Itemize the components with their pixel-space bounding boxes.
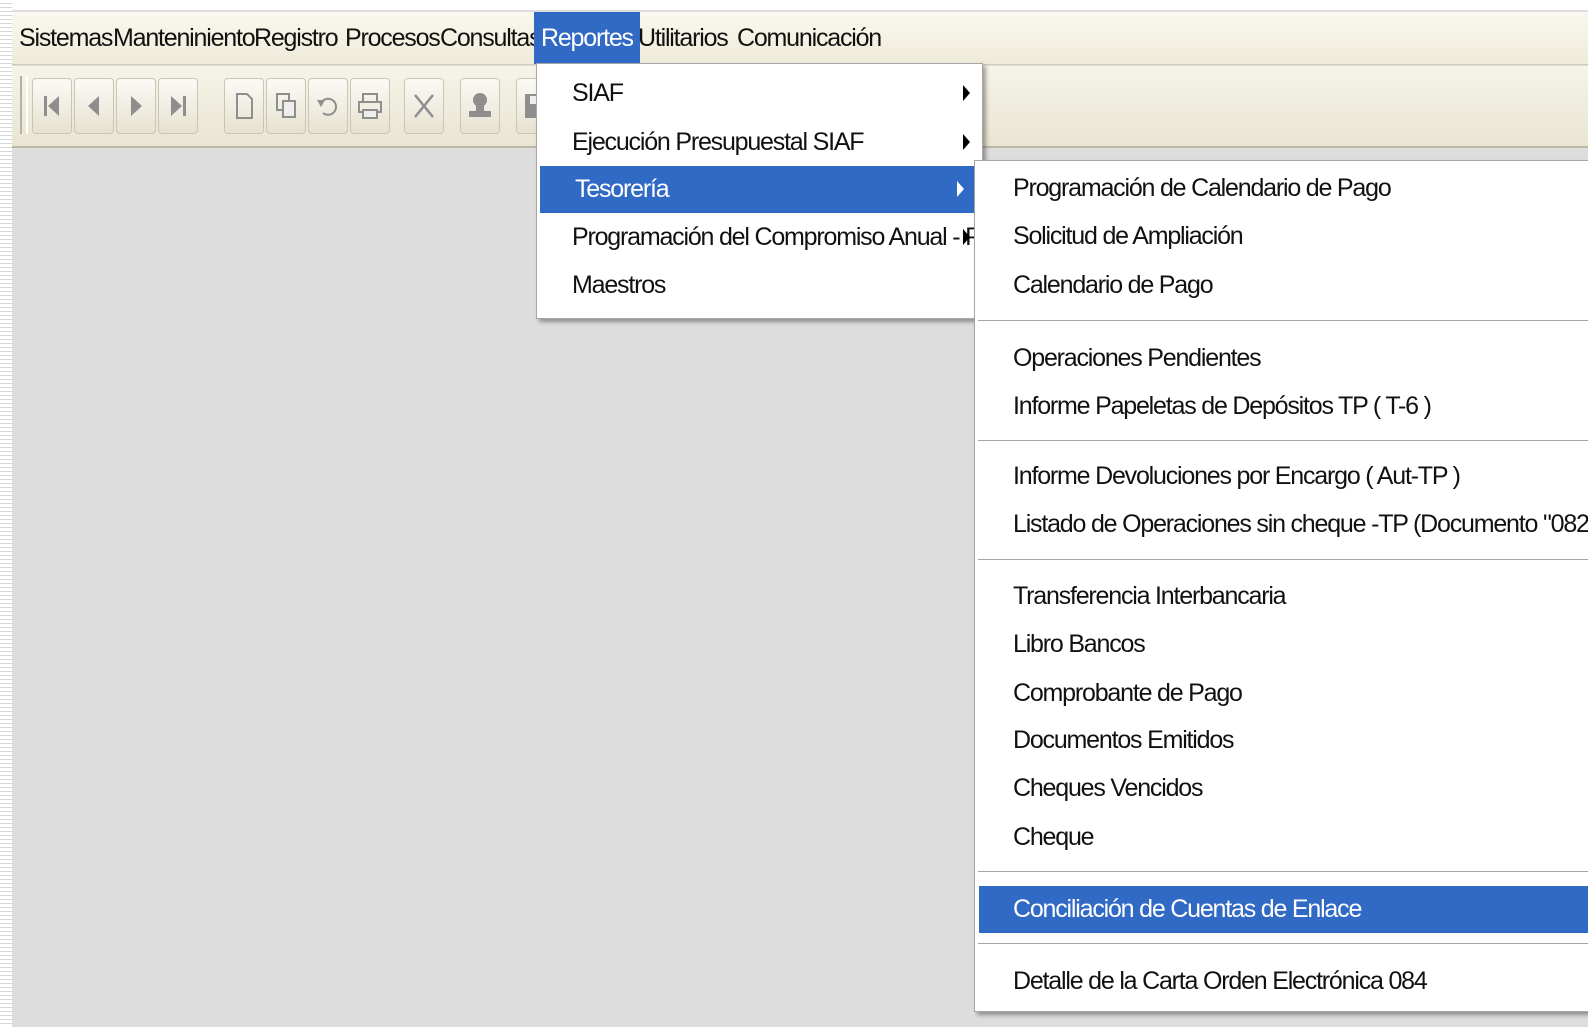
- menu-item-operaciones-pendientes[interactable]: Operaciones Pendientes: [975, 335, 1588, 382]
- menu-mantenimiento[interactable]: Manteniniento: [106, 12, 261, 64]
- menu-item-label: Detalle de la Carta Orden Electrónica 08…: [1013, 967, 1428, 995]
- menu-item-label: Maestros: [572, 271, 666, 299]
- menu-separator: [978, 871, 1588, 873]
- menu-item-listado-operaciones[interactable]: Listado de Operaciones sin cheque -TP (D…: [975, 501, 1588, 548]
- submenu-arrow-icon: [963, 134, 970, 150]
- next-record-icon[interactable]: [116, 78, 156, 134]
- menu-item-label: Calendario de Pago: [1013, 271, 1214, 299]
- menu-item-label: Cheques Vencidos: [1013, 774, 1203, 802]
- menu-comunicacion[interactable]: Comunicación: [730, 12, 888, 64]
- stamp-icon[interactable]: [460, 78, 500, 134]
- menu-item-label: Cheque: [1013, 823, 1095, 851]
- menu-item-label: Libro Bancos: [1013, 630, 1146, 658]
- menu-item-label: Solicitud de Ampliación: [1013, 222, 1244, 250]
- submenu-arrow-icon: [963, 229, 970, 245]
- menu-item-cheques-vencidos[interactable]: Cheques Vencidos: [975, 765, 1588, 812]
- menu-item-ejecucion-presupuestal[interactable]: Ejecución Presupuestal SIAF: [537, 119, 982, 166]
- reportes-dropdown: SIAF Ejecución Presupuestal SIAF Tesorer…: [536, 63, 1014, 319]
- menu-item-label: Informe Devoluciones por Encargo ( Aut-T…: [1013, 462, 1461, 490]
- menu-item-label: Programación del Compromiso Anual - PCA: [572, 223, 1014, 251]
- menu-separator: [978, 559, 1588, 561]
- menu-item-siaf[interactable]: SIAF: [537, 70, 982, 117]
- menu-item-label: SIAF: [572, 79, 624, 107]
- menu-item-conciliacion-cuentas[interactable]: Conciliación de Cuentas de Enlace: [979, 886, 1588, 933]
- submenu-arrow-icon: [963, 85, 970, 101]
- menu-item-comprobante-pago[interactable]: Comprobante de Pago: [975, 670, 1588, 717]
- menu-item-label: Programación de Calendario de Pago: [1013, 174, 1392, 202]
- menu-reportes[interactable]: Reportes: [534, 12, 640, 64]
- toolbar-grip[interactable]: [20, 76, 28, 134]
- left-edge-pattern: [0, 0, 12, 1027]
- menu-item-informe-devoluciones[interactable]: Informe Devoluciones por Encargo ( Aut-T…: [975, 453, 1588, 500]
- menu-sistemas[interactable]: Sistemas: [12, 12, 119, 64]
- undo-icon[interactable]: [308, 78, 348, 134]
- menu-item-programacion-calendario[interactable]: Programación de Calendario de Pago: [975, 165, 1588, 212]
- menu-item-label: Listado de Operaciones sin cheque -TP (D…: [1013, 510, 1588, 538]
- menu-item-label: Transferencia Interbancaria: [1013, 582, 1287, 610]
- menu-item-maestros[interactable]: Maestros: [537, 262, 982, 309]
- menu-item-solicitud-ampliacion[interactable]: Solicitud de Ampliación: [975, 213, 1588, 260]
- delete-icon[interactable]: [404, 78, 444, 134]
- submenu-arrow-icon: [957, 181, 964, 197]
- menu-item-transferencia-interbancaria[interactable]: Transferencia Interbancaria: [975, 573, 1588, 620]
- new-document-icon[interactable]: [224, 78, 264, 134]
- last-record-icon[interactable]: [158, 78, 198, 134]
- menu-consultas[interactable]: Consultas: [433, 12, 547, 64]
- previous-record-icon[interactable]: [74, 78, 114, 134]
- menu-item-calendario-pago[interactable]: Calendario de Pago: [975, 262, 1588, 309]
- menu-item-label: Comprobante de Pago: [1013, 679, 1243, 707]
- menu-separator: [978, 320, 1588, 322]
- menu-item-label: Tesorería: [575, 175, 670, 203]
- menu-bar: Sistemas Manteniniento Registro Procesos…: [12, 12, 1588, 65]
- menu-item-tesoreria[interactable]: Tesorería: [540, 166, 976, 213]
- first-record-icon[interactable]: [32, 78, 72, 134]
- menu-separator: [978, 440, 1588, 442]
- menu-procesos[interactable]: Procesos: [338, 12, 447, 64]
- menu-item-label: Conciliación de Cuentas de Enlace: [1013, 895, 1362, 923]
- menu-registro[interactable]: Registro: [247, 12, 345, 64]
- menu-item-label: Ejecución Presupuestal SIAF: [572, 128, 865, 156]
- menu-item-libro-bancos[interactable]: Libro Bancos: [975, 621, 1588, 668]
- menu-item-cheque[interactable]: Cheque: [975, 814, 1588, 861]
- menu-utilitarios[interactable]: Utilitarios: [631, 12, 735, 64]
- menu-item-label: Informe Papeletas de Depósitos TP ( T-6 …: [1013, 392, 1432, 420]
- menu-item-informe-papeletas[interactable]: Informe Papeletas de Depósitos TP ( T-6 …: [975, 383, 1588, 430]
- menu-item-label: Documentos Emitidos: [1013, 726, 1235, 754]
- copy-icon[interactable]: [266, 78, 306, 134]
- menu-item-detalle-carta-orden[interactable]: Detalle de la Carta Orden Electrónica 08…: [975, 958, 1588, 1005]
- menu-item-documentos-emitidos[interactable]: Documentos Emitidos: [975, 717, 1588, 764]
- menu-separator: [978, 943, 1588, 945]
- print-icon[interactable]: [350, 78, 390, 134]
- tesoreria-submenu: Programación de Calendario de Pago Solic…: [974, 160, 1588, 1012]
- menu-item-label: Operaciones Pendientes: [1013, 344, 1262, 372]
- menu-item-pca[interactable]: Programación del Compromiso Anual - PCA: [537, 214, 1014, 261]
